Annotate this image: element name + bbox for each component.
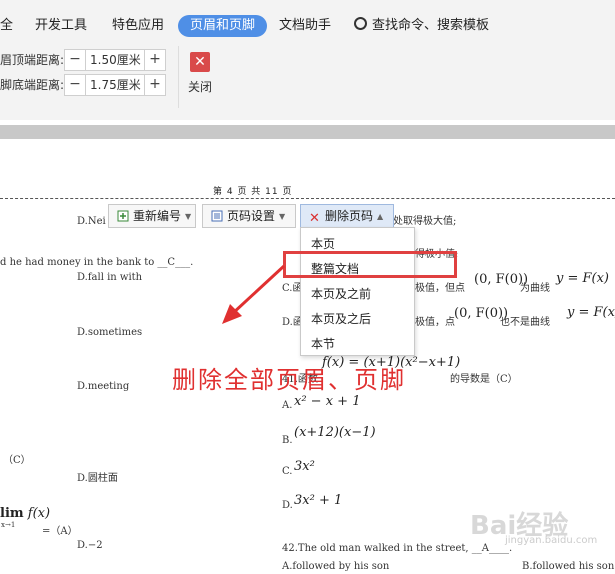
tab-special-apps[interactable]: 特色应用 bbox=[112, 15, 164, 37]
ribbon-divider bbox=[178, 46, 179, 108]
doc-text: （C） bbox=[3, 455, 31, 466]
annotation-arrow bbox=[222, 264, 286, 324]
ribbon: 全 开发工具 特色应用 页眉和页脚 文档助手 查找命令、搜索模板 眉顶端距离: … bbox=[0, 0, 615, 120]
menu-item-this-page[interactable]: 本页 bbox=[311, 235, 335, 252]
dropdown-caret-icon: ▼ bbox=[279, 212, 286, 221]
menu-item-this-and-after[interactable]: 本页及之后 bbox=[311, 310, 371, 327]
footer-distance-label: 脚底端距离: bbox=[0, 78, 65, 92]
option-d-expression: 3x² + 1 bbox=[294, 493, 343, 508]
doc-text: D.sometimes bbox=[77, 327, 143, 338]
footer-distance-value[interactable]: 1.75厘米 bbox=[85, 75, 145, 95]
doc-text: C. bbox=[282, 466, 293, 477]
search-command-box[interactable]: 查找命令、搜索模板 bbox=[354, 15, 489, 37]
delete-x-icon: ✕ bbox=[309, 211, 320, 226]
doc-text: 极值，点 bbox=[415, 317, 455, 328]
close-label[interactable]: 关闭 bbox=[188, 78, 212, 95]
decrement-button[interactable]: − bbox=[65, 75, 85, 95]
header-distance-label: 眉顶端距离: bbox=[0, 53, 65, 67]
page-number-indicator: 第 4 页 共 11 页 bbox=[213, 187, 293, 197]
renumber-icon bbox=[117, 210, 129, 222]
delete-page-number-label: 删除页码 bbox=[325, 209, 374, 223]
page-header-area[interactable] bbox=[0, 139, 615, 197]
tab-developer-tools[interactable]: 开发工具 bbox=[35, 15, 87, 37]
header-boundary-line bbox=[0, 198, 615, 199]
delete-page-number-button[interactable]: ✕ 删除页码 ▲ bbox=[300, 204, 394, 228]
lim-rest: im bbox=[4, 506, 24, 521]
menu-item-this-and-before[interactable]: 本页及之前 bbox=[311, 285, 371, 302]
page-number-settings-label: 页码设置 bbox=[227, 209, 276, 223]
page-settings-icon bbox=[211, 210, 223, 222]
tab-all[interactable]: 全 bbox=[0, 15, 13, 37]
dropdown-caret-icon: ▼ bbox=[185, 212, 192, 221]
close-header-footer-button[interactable]: ✕ bbox=[190, 52, 210, 72]
tab-doc-assistant[interactable]: 文档助手 bbox=[279, 15, 331, 37]
option-b-expression: (x+12)(x−1) bbox=[294, 425, 376, 440]
doc-text: A.followed by his son bbox=[282, 561, 390, 572]
option-a-expression: x² − x + 1 bbox=[294, 394, 361, 409]
close-icon: ✕ bbox=[194, 54, 206, 70]
doc-text: D.fall in with bbox=[77, 272, 143, 283]
header-distance-stepper[interactable]: − 1.50厘米 + bbox=[64, 49, 166, 71]
header-distance-value[interactable]: 1.50厘米 bbox=[85, 50, 145, 70]
doc-text: =（A） bbox=[42, 526, 78, 537]
doc-text: 42.The old man walked in the street, __A… bbox=[282, 543, 513, 554]
lim-subscript: x→1 bbox=[1, 521, 16, 529]
ruler-bar bbox=[0, 125, 615, 139]
menu-item-section[interactable]: 本节 bbox=[311, 335, 335, 352]
search-icon bbox=[354, 17, 367, 30]
dropdown-caret-up-icon: ▲ bbox=[377, 212, 384, 221]
lim-func: f(x) bbox=[27, 506, 51, 521]
doc-text: 极值，但点 bbox=[415, 283, 465, 294]
doc-text: D.−2 bbox=[77, 540, 103, 551]
doc-text: B.followed his son bbox=[522, 561, 615, 572]
doc-text: A. bbox=[282, 400, 293, 411]
highlight-box bbox=[283, 251, 457, 278]
doc-text: 处取得极大值; bbox=[393, 216, 457, 227]
page-number-settings-button[interactable]: 页码设置 ▼ bbox=[202, 204, 296, 228]
limit-expression: lim f(x) bbox=[0, 506, 51, 521]
doc-text: D. bbox=[282, 500, 293, 511]
doc-text: 为曲线 bbox=[520, 283, 550, 294]
curve-expression: y = F(x) bbox=[556, 271, 609, 286]
annotation-text: 删除全部页眉、页脚 bbox=[172, 366, 406, 394]
delete-page-number-menu: 本页 整篇文档 本页及之前 本页及之后 本节 bbox=[300, 227, 415, 356]
doc-text: 也不是曲线 bbox=[500, 317, 550, 328]
footer-distance-stepper[interactable]: − 1.75厘米 + bbox=[64, 74, 166, 96]
increment-button[interactable]: + bbox=[145, 75, 165, 95]
doc-text: d he had money in the bank to __C___. bbox=[0, 257, 194, 268]
doc-text: D.meeting bbox=[77, 381, 130, 392]
tab-header-footer[interactable]: 页眉和页脚 bbox=[178, 15, 268, 37]
doc-text: D.Nei bbox=[77, 216, 106, 227]
decrement-button[interactable]: − bbox=[65, 50, 85, 70]
doc-text: B. bbox=[282, 435, 293, 446]
renumber-label: 重新编号 bbox=[133, 209, 182, 223]
increment-button[interactable]: + bbox=[145, 50, 165, 70]
search-command-label: 查找命令、搜索模板 bbox=[372, 18, 490, 33]
watermark-sub: jingyan.baidu.com bbox=[505, 535, 598, 546]
curve-expression: y = F(x) bbox=[567, 305, 615, 320]
doc-text: D.圆柱面 bbox=[77, 473, 118, 484]
option-c-expression: 3x² bbox=[294, 459, 315, 474]
doc-text: 的导数是（C） bbox=[450, 374, 518, 385]
renumber-button[interactable]: 重新编号 ▼ bbox=[108, 204, 196, 228]
